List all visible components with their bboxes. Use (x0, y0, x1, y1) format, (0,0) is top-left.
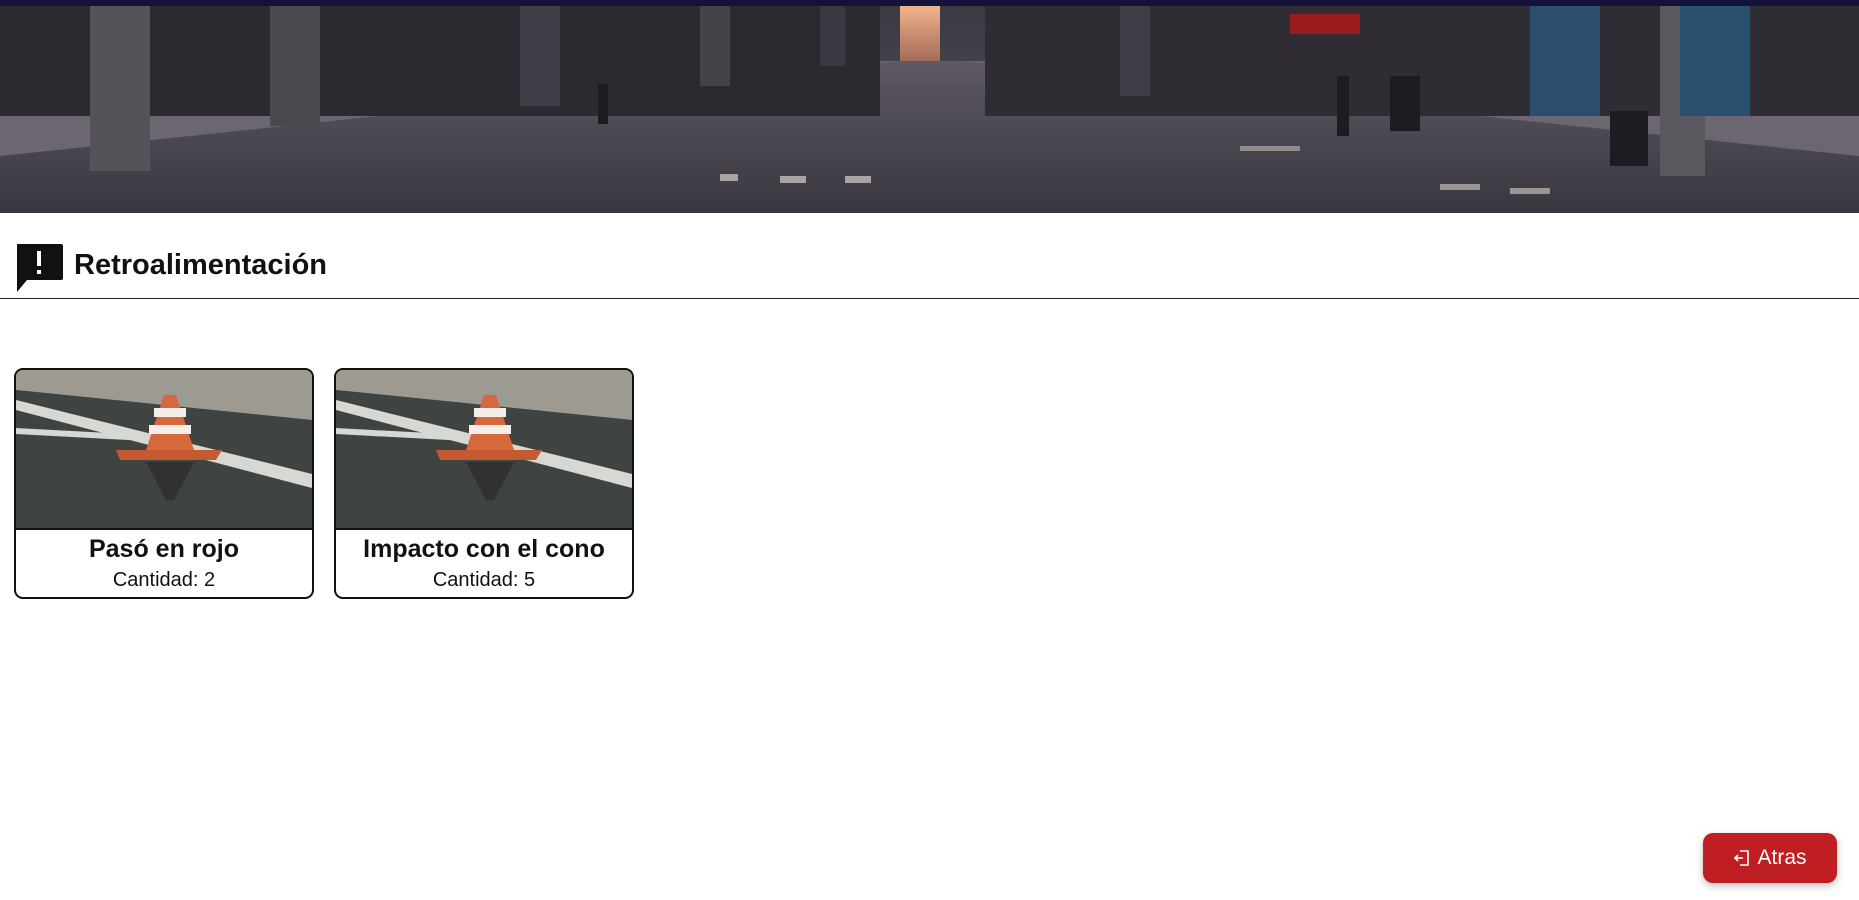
back-button-label: Atras (1757, 846, 1807, 869)
feedback-alert-icon (17, 244, 63, 292)
card-title: Pasó en rojo (88, 535, 240, 563)
feedback-card-list: Pasó en rojo Cantidad: 2 Impacto con el … (14, 368, 634, 599)
page-title: Retroalimentación (74, 249, 327, 281)
traffic-cone-image (16, 370, 312, 530)
card-title: Impacto con el cono (363, 535, 605, 563)
card-count: Cantidad: 5 (432, 569, 536, 591)
back-button[interactable]: Atras (1703, 833, 1837, 883)
exit-door-icon (1734, 850, 1750, 866)
card-count: Cantidad: 2 (112, 569, 216, 591)
hero-banner-image (0, 6, 1859, 213)
traffic-cone-image (336, 370, 632, 530)
section-header: Retroalimentación (0, 213, 1859, 299)
feedback-card[interactable]: Pasó en rojo Cantidad: 2 (14, 368, 314, 599)
feedback-card[interactable]: Impacto con el cono Cantidad: 5 (334, 368, 634, 599)
